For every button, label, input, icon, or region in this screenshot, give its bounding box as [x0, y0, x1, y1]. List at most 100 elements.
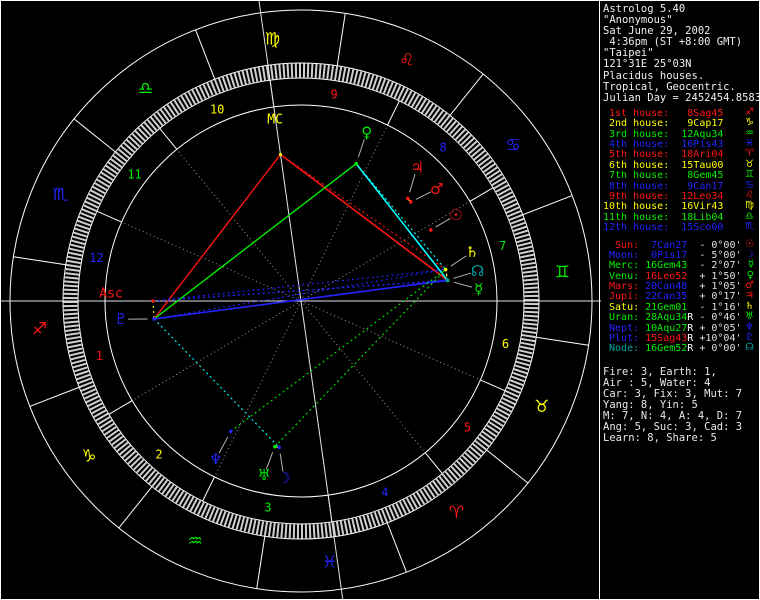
- planet-position: 10Aqu27: [639, 322, 688, 334]
- degree-tick: [339, 520, 345, 535]
- header-line: 121°31E 25°03N: [603, 58, 692, 71]
- node-icon: ☊: [471, 262, 484, 280]
- degree-tick: [64, 316, 79, 320]
- degree-tick: [513, 368, 528, 375]
- degree-tick: [314, 63, 318, 79]
- degree-tick: [65, 332, 80, 337]
- degree-tick: [66, 263, 81, 268]
- house-cusp-line: [300, 200, 471, 302]
- degree-tick: [66, 335, 81, 341]
- degree-tick: [366, 514, 373, 529]
- house-cusp-text: 6th house: 15Tau00: [603, 159, 724, 171]
- degree-tick: [521, 334, 536, 339]
- degree-tick: [522, 265, 537, 270]
- degree-tick: [280, 523, 284, 538]
- pointer-line-saturn: [450, 255, 467, 267]
- pointer-line-node: [453, 272, 472, 279]
- house-number-11: 11: [127, 168, 141, 182]
- node-degree-dot: [445, 278, 450, 282]
- planet-list: Sun: 7Can27 - 0°00' ☉ Moon: 0Pis17 - 5°00…: [603, 239, 759, 355]
- degree-tick: [68, 251, 83, 257]
- degree-tick: [334, 66, 339, 81]
- asc-degree-dot: [151, 299, 155, 303]
- degree-tick: [523, 282, 538, 286]
- house-divider-line: [480, 379, 506, 392]
- degree-tick: [322, 64, 326, 79]
- venus-degree-dot: [354, 161, 358, 166]
- degree-tick: [245, 69, 251, 84]
- house-cusp-text: 11th house: 18Lib04: [603, 211, 724, 223]
- planet-name: Merc:: [603, 260, 640, 272]
- degree-tick: [276, 523, 280, 538]
- planet-name: Satu:: [603, 301, 640, 313]
- planet-position: 16Gem43: [639, 260, 688, 272]
- sign-taurus-icon: ♉: [534, 397, 549, 417]
- degree-tick: [522, 330, 537, 335]
- degree-tick: [324, 523, 328, 538]
- degree-tick: [73, 366, 88, 373]
- degree-tick: [263, 521, 268, 536]
- house-cusp-text: 9th house: 12Leo34: [603, 190, 724, 202]
- degree-tick: [64, 320, 79, 324]
- sign-capricorn-icon: ♑: [81, 447, 96, 467]
- degree-tick: [514, 229, 529, 236]
- house-cusp-text: 7th house: 8Gem45: [603, 170, 724, 182]
- degree-tick: [516, 356, 531, 363]
- planet-position: 0Pis17: [639, 249, 688, 261]
- pointer-line-mars: [415, 191, 432, 200]
- degree-tick: [241, 70, 247, 85]
- degree-tick: [65, 328, 80, 332]
- header-line: Placidus houses.: [603, 69, 705, 82]
- neptune-icon: ♆: [209, 450, 222, 468]
- degree-tick: [335, 521, 341, 536]
- house-number-4: 4: [381, 485, 388, 499]
- sign-boundary-line: [486, 449, 529, 484]
- sign-boundary-line: [386, 522, 407, 573]
- house-cusp-text: 10th house: 16Vir43: [603, 201, 724, 213]
- house-number-7: 7: [499, 239, 506, 253]
- house-number-10: 10: [210, 103, 224, 117]
- sign-boundary-line: [522, 195, 573, 216]
- jupiter-icon: ♃: [410, 158, 423, 176]
- degree-tick: [520, 253, 535, 259]
- house-number-2: 2: [155, 447, 162, 461]
- house-divider-line: [202, 476, 215, 502]
- sign-boundary-line: [336, 13, 346, 66]
- degree-tick: [516, 237, 531, 244]
- degree-tick: [312, 524, 316, 539]
- pointer-line-mercury: [453, 281, 472, 288]
- planet-name: Moon:: [603, 249, 640, 261]
- degree-tick: [68, 347, 83, 353]
- degree-tick: [524, 290, 539, 294]
- planet-name: Venu:: [603, 270, 640, 282]
- degree-tick: [69, 247, 84, 253]
- degree-tick: [521, 261, 536, 267]
- degree-tick: [310, 63, 314, 78]
- planet-latitude: - 2°07': [693, 260, 742, 272]
- uranus-degree-dot: [273, 444, 277, 449]
- degree-tick: [71, 239, 86, 246]
- degree-tick: [63, 288, 78, 292]
- degree-tick: [74, 227, 89, 234]
- degree-tick: [63, 308, 78, 312]
- planet-latitude: + 1°50': [693, 270, 742, 282]
- degree-tick: [523, 278, 538, 282]
- degree-tick: [347, 519, 353, 534]
- sign-leo-icon: ♌: [399, 50, 414, 70]
- sun-icon: ☉: [449, 206, 462, 224]
- sign-boundary-line: [195, 29, 216, 80]
- planet-name: Plut:: [603, 333, 640, 345]
- mars-icon: ♂: [430, 180, 443, 198]
- venus-icon: ♀: [361, 123, 372, 141]
- degree-tick: [341, 67, 347, 82]
- house-cusp-line: [300, 300, 426, 453]
- sign-boundary-line: [73, 118, 116, 153]
- degree-tick: [235, 515, 242, 530]
- planet-position: 22Can35: [639, 291, 688, 303]
- planet-row: Node: 16Gem52R + 0°00' ☊: [603, 343, 759, 355]
- degree-tick: [282, 64, 286, 79]
- degree-tick: [290, 63, 294, 78]
- astrolog-window: ☉ ☽ ☿ ♀ ♂ ♃ ♄ ♅ ♆ ♇ ☊ MC Asc ♈ ♉ ♊ ♋ ♌ ♍ ♎ ♏ ♐ ♑ ♒ ♓ 1 2 3 4 5 6 7 8 9 10 1…: [0, 0, 760, 600]
- degree-tick: [267, 522, 272, 537]
- degree-tick: [326, 65, 330, 80]
